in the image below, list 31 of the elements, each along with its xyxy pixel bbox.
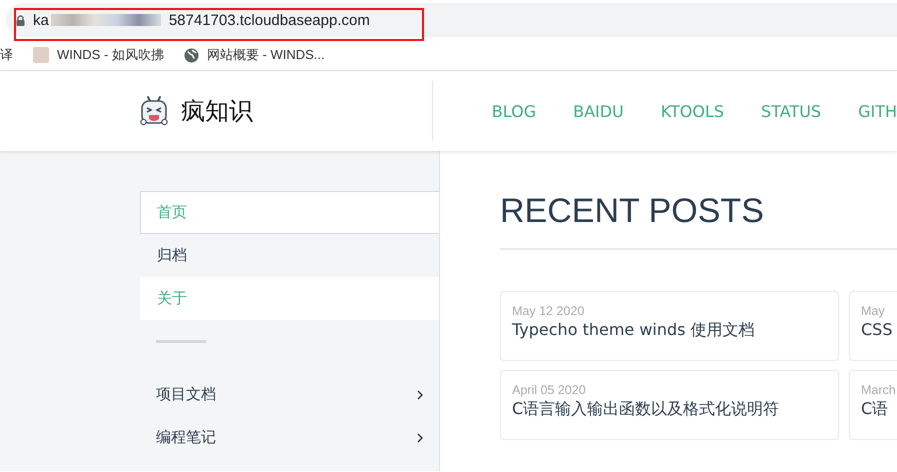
post-date: April 05 2020 bbox=[512, 383, 587, 397]
url-text: ka bbox=[33, 12, 49, 28]
post-card[interactable]: April 05 2020 C语言输入输出函数以及格式化说明符 bbox=[500, 370, 839, 440]
bookmark-link[interactable]: 网站概要 - WINDS... bbox=[206, 46, 325, 64]
sidebar-group[interactable]: 编程笔记 bbox=[140, 416, 439, 459]
section-heading: RECENT POSTS bbox=[500, 191, 765, 231]
lock-icon bbox=[16, 14, 25, 26]
group-label: 项目文档 bbox=[156, 385, 216, 404]
post-date: May bbox=[861, 304, 886, 318]
post-title: Typecho theme winds 使用文档 bbox=[512, 320, 756, 341]
chevron-icon bbox=[417, 432, 423, 442]
site-title[interactable]: 疯知识 bbox=[181, 95, 253, 127]
post-date: March bbox=[861, 383, 897, 397]
post-card[interactable]: May 12 2020 Typecho theme winds 使用文档 bbox=[500, 291, 839, 361]
sidebar-item[interactable]: 归档 bbox=[140, 234, 439, 277]
post-title: C语 bbox=[861, 399, 890, 420]
group-label: 编程笔记 bbox=[156, 428, 216, 447]
post-title: CSS bbox=[861, 320, 894, 339]
globe-icon bbox=[184, 48, 199, 62]
sidebar-group[interactable]: 项目文档 bbox=[140, 373, 439, 416]
post-date: May 12 2020 bbox=[512, 304, 586, 318]
post-title: C语言输入输出函数以及格式化说明符 bbox=[512, 399, 780, 420]
avatar-icon bbox=[33, 47, 49, 63]
post-card[interactable]: May CSS bbox=[849, 291, 897, 361]
url-text: 58741703.tcloudbaseapp.com bbox=[168, 12, 370, 28]
post-card[interactable]: March C语 bbox=[849, 370, 897, 440]
chevron-icon bbox=[417, 390, 423, 400]
divider bbox=[156, 340, 206, 343]
bookmark-link[interactable]: 译 bbox=[0, 46, 13, 64]
bookmark-link[interactable]: WINDS - 如风吹拂 bbox=[57, 46, 164, 64]
mascot-logo-icon bbox=[140, 94, 168, 128]
